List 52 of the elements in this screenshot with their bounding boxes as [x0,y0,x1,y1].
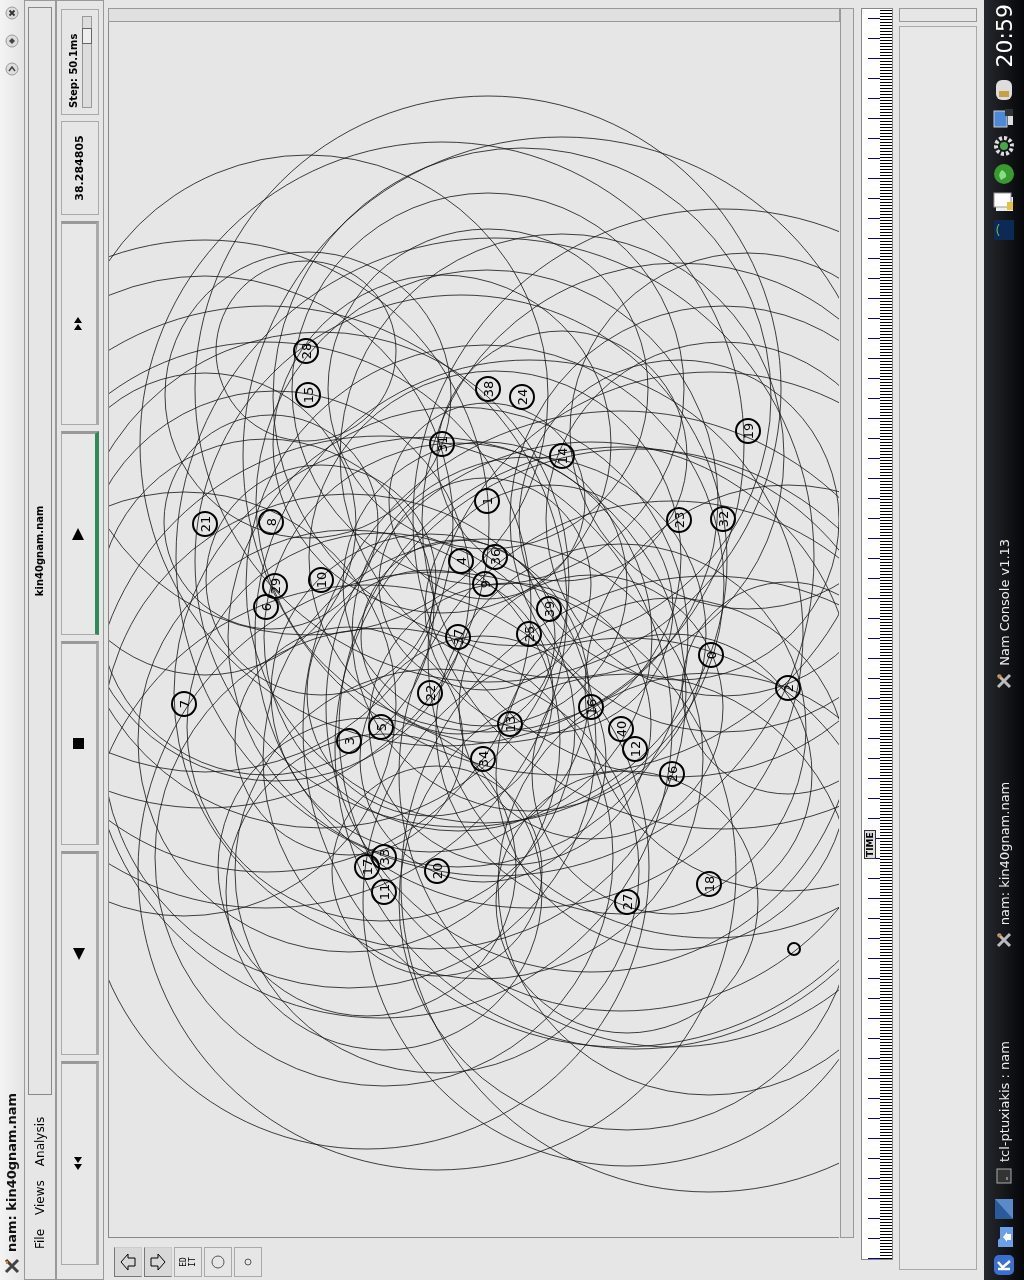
network-node[interactable]: 24 [508,384,535,410]
network-node[interactable]: 38 [474,376,501,402]
network-node[interactable]: 22 [416,680,443,706]
time-ruler[interactable]: TIME [861,8,894,1260]
network-node[interactable]: 21 [191,511,218,537]
network-node[interactable]: 16 [577,694,604,720]
network-node[interactable]: 9 [471,571,498,597]
network-node[interactable]: 26 [658,761,685,787]
network-node[interactable]: 12 [621,736,648,762]
network-node[interactable]: 14 [548,443,575,469]
network-node[interactable]: 37 [444,624,471,650]
network-node[interactable]: 36 [481,544,508,570]
menu-item[interactable]: File [32,1228,47,1249]
network-node[interactable]: 5 [367,714,394,740]
network-node[interactable]: 3 [335,728,362,754]
network-node[interactable]: 2 [774,675,801,701]
network-node[interactable]: 19 [734,418,761,444]
file-name-label: kin40gnam.nam [27,7,52,1095]
network-node[interactable]: 31 [428,431,455,457]
network-node[interactable]: 34 [469,746,496,772]
network-node[interactable]: 39 [535,596,562,622]
network-node[interactable]: 4 [447,548,474,574]
network-node[interactable]: 1 [473,488,500,514]
network-node[interactable]: 40 [607,716,634,742]
network-node[interactable]: 13 [496,711,523,737]
clock: 20:59 [991,4,1017,68]
network-node[interactable]: 27 [613,889,640,915]
network-node[interactable]: 6 [252,594,279,620]
window-title: nam: kin40gnam.nam [4,1092,20,1252]
network-node[interactable]: 17 [353,854,380,880]
network-node[interactable]: 11 [370,879,397,905]
network-node[interactable]: 8 [257,509,284,535]
network-node[interactable]: 25 [515,621,542,647]
time-marker[interactable]: TIME [864,830,877,859]
taskbar-button[interactable]: nam: kin40gnam.nam [993,773,1015,958]
network-node[interactable]: 18 [695,871,722,897]
network-node[interactable]: 7 [170,691,197,717]
menu-item[interactable]: Analysis [32,1116,47,1167]
network-node[interactable]: 0 [697,642,724,668]
network-node[interactable]: 32 [709,506,736,532]
menu-item[interactable]: Views [32,1180,47,1215]
network-node[interactable]: 23 [665,507,692,533]
time-display: 38.284805 [60,121,99,215]
step-label: Step: 50.1ms [67,32,79,108]
network-node[interactable]: 28 [292,338,319,364]
network-node[interactable]: 29 [261,573,288,599]
taskbar-button[interactable]: tcl-ptuxiakis : nam [994,1033,1014,1192]
edit-tool[interactable]: ED IT [173,1247,202,1277]
taskbar-button[interactable]: Nam Console v1.13 [993,530,1015,698]
network-node[interactable]: 20 [423,858,450,884]
network-node[interactable]: 10 [307,567,334,593]
network-node[interactable]: 15 [294,382,321,408]
